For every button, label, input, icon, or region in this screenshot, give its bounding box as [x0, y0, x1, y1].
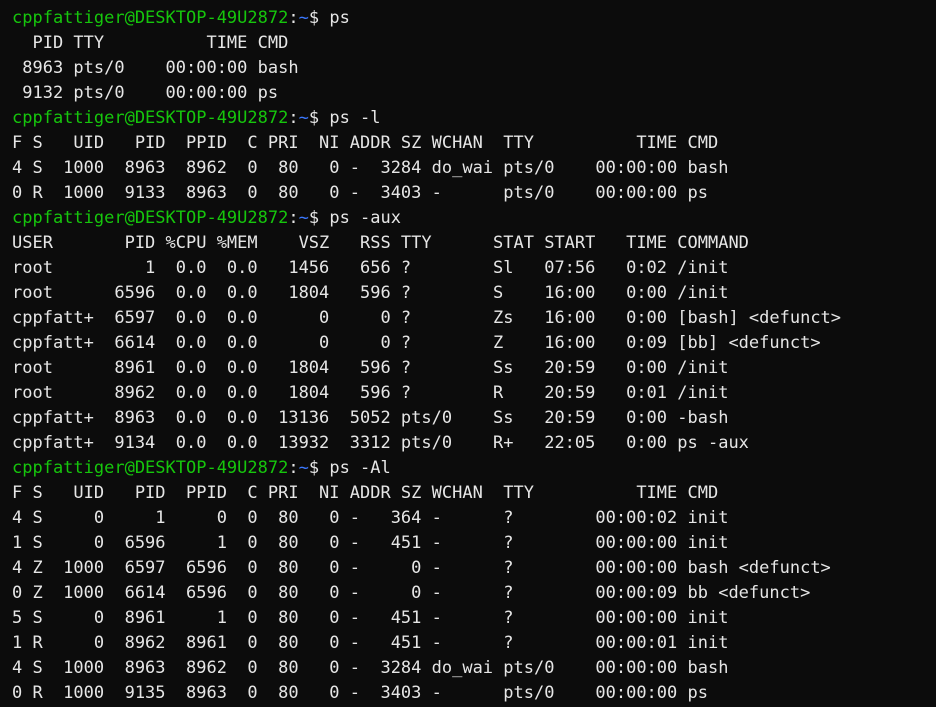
prompt-path: ~	[298, 8, 309, 28]
prompt-line: cppfattiger@DESKTOP-49U2872:~$ ps -Al	[12, 456, 936, 481]
output-line: 9132 pts/0 00:00:00 ps	[12, 83, 279, 103]
output-line: USER PID %CPU %MEM VSZ RSS TTY STAT STAR…	[12, 233, 749, 253]
prompt-symbol: $	[308, 458, 330, 478]
prompt-separator: :	[288, 8, 299, 28]
output-line: root 1 0.0 0.0 1456 656 ? Sl 07:56 0:02 …	[12, 258, 729, 278]
prompt-symbol: $	[308, 208, 330, 228]
prompt-line: cppfattiger@DESKTOP-49U2872:~$ ps -aux	[12, 206, 936, 231]
output-line: 4 S 0 1 0 0 80 0 - 364 - ? 00:00:02 init	[12, 508, 729, 528]
output-line: F S UID PID PPID C PRI NI ADDR SZ WCHAN …	[12, 133, 719, 153]
output-line: root 8962 0.0 0.0 1804 596 ? R 20:59 0:0…	[12, 383, 729, 403]
prompt-line: cppfattiger@DESKTOP-49U2872:~$ ps -l	[12, 106, 936, 131]
prompt-separator: :	[288, 108, 299, 128]
command-text: ps -l	[329, 108, 381, 128]
output-line: cppfatt+ 9134 0.0 0.0 13932 3312 pts/0 R…	[12, 433, 749, 453]
output-line: 0 R 1000 9133 8963 0 80 0 - 3403 - pts/0…	[12, 183, 708, 203]
output-line: cppfatt+ 6614 0.0 0.0 0 0 ? Z 16:00 0:09…	[12, 333, 821, 353]
output-line: PID TTY TIME CMD	[12, 33, 289, 53]
output-line: 0 R 1000 9135 8963 0 80 0 - 3403 - pts/0…	[12, 683, 708, 703]
output-line: 4 Z 1000 6597 6596 0 80 0 - 0 - ? 00:00:…	[12, 558, 831, 578]
prompt-separator: :	[288, 208, 299, 228]
command-text: ps	[329, 8, 350, 28]
prompt-path: ~	[298, 208, 309, 228]
prompt-user: cppfattiger@DESKTOP-49U2872	[12, 8, 289, 28]
output-line: cppfatt+ 8963 0.0 0.0 13136 5052 pts/0 S…	[12, 408, 729, 428]
output-line: 4 S 1000 8963 8962 0 80 0 - 3284 do_wai …	[12, 158, 729, 178]
output-line: 0 Z 1000 6614 6596 0 80 0 - 0 - ? 00:00:…	[12, 583, 811, 603]
prompt-symbol: $	[308, 108, 330, 128]
prompt-user: cppfattiger@DESKTOP-49U2872	[12, 208, 289, 228]
output-line: root 8961 0.0 0.0 1804 596 ? Ss 20:59 0:…	[12, 358, 729, 378]
prompt-user: cppfattiger@DESKTOP-49U2872	[12, 458, 289, 478]
output-line: cppfatt+ 6597 0.0 0.0 0 0 ? Zs 16:00 0:0…	[12, 308, 842, 328]
command-text: ps -aux	[329, 208, 401, 228]
prompt-symbol: $	[308, 8, 330, 28]
output-line: 4 S 1000 8963 8962 0 80 0 - 3284 do_wai …	[12, 658, 729, 678]
command-text: ps -Al	[329, 458, 391, 478]
prompt-separator: :	[288, 458, 299, 478]
output-line: 1 S 0 6596 1 0 80 0 - 451 - ? 00:00:00 i…	[12, 533, 729, 553]
prompt-path: ~	[298, 108, 309, 128]
output-line: 8963 pts/0 00:00:00 bash	[12, 58, 299, 78]
output-line: root 6596 0.0 0.0 1804 596 ? S 16:00 0:0…	[12, 283, 729, 303]
terminal-window[interactable]: cppfattiger@DESKTOP-49U2872:~$ ps PID TT…	[0, 0, 936, 707]
output-line: 1 R 0 8962 8961 0 80 0 - 451 - ? 00:00:0…	[12, 633, 729, 653]
prompt-line: cppfattiger@DESKTOP-49U2872:~$ ps	[12, 6, 936, 31]
prompt-path: ~	[298, 458, 309, 478]
output-line: F S UID PID PPID C PRI NI ADDR SZ WCHAN …	[12, 483, 719, 503]
output-line: 5 S 0 8961 1 0 80 0 - 451 - ? 00:00:00 i…	[12, 608, 729, 628]
prompt-user: cppfattiger@DESKTOP-49U2872	[12, 108, 289, 128]
